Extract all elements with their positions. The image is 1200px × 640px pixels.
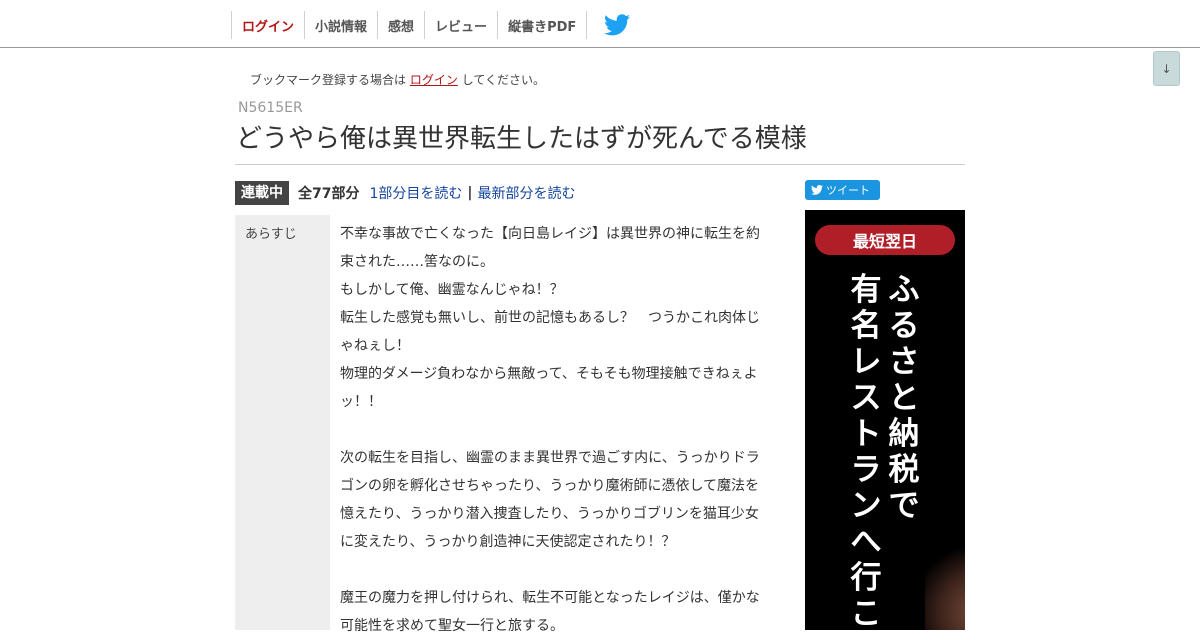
tweet-label: ツイート <box>826 184 870 197</box>
nav-vertical-pdf[interactable]: 縦書きPDF <box>497 11 588 39</box>
synopsis-line: 物理的ダメージ負わなから無敵って、そもそも物理接触できねぇよッ！！ <box>340 366 758 410</box>
synopsis-line: もしかして俺、幽霊なんじゃね！？ <box>340 282 564 298</box>
synopsis-blank-line <box>340 416 765 444</box>
twitter-share-link[interactable] <box>587 11 631 39</box>
title-divider <box>235 164 965 165</box>
bookmark-notice: ブックマーク登録する場合は ログイン してください。 <box>250 71 545 88</box>
part-count: 全77部分 <box>298 185 360 202</box>
bookmark-login-link[interactable]: ログイン <box>410 73 458 87</box>
nav-menu: ログイン 小説情報 感想 レビュー 縦書きPDF <box>231 11 631 39</box>
nav-review[interactable]: レビュー <box>424 11 497 39</box>
twitter-bird-icon <box>604 14 631 36</box>
top-navigation-bar: ログイン 小説情報 感想 レビュー 縦書きPDF <box>0 0 1200 48</box>
serial-status-badge: 連載中 <box>235 180 289 205</box>
link-separator: | <box>467 184 473 201</box>
novel-status-row: 連載中 全77部分 1部分目を読む | 最新部分を読む <box>235 180 576 205</box>
synopsis-line: 次の転生を目指し、幽霊のまま異世界で過ごす内に、うっかりドラゴンの卵を孵化させち… <box>340 450 760 550</box>
read-first-part-link[interactable]: 1部分目を読む <box>369 183 462 203</box>
ad-headline-line-2: 有名レストランへ行こう <box>850 272 882 630</box>
read-latest-part-link[interactable]: 最新部分を読む <box>478 183 576 203</box>
synopsis-line: 魔王の魔力を押し付けられ、転生不可能となったレイジは、僅かな可能性を求めて聖女一… <box>340 590 760 634</box>
ad-headline-line-1: ふるさと納税で <box>888 272 920 524</box>
ad-pill-label: 最短翌日 <box>815 225 955 255</box>
ad-food-image <box>925 540 965 630</box>
novel-title: どうやら俺は異世界転生したはずが死んでる模様 <box>236 124 807 154</box>
advertisement-banner[interactable]: 最短翌日 ふるさと納税で 有名レストランへ行こう <box>805 210 965 630</box>
synopsis-line: 転生した感覚も無いし、前世の記憶もあるし？ つうかこれ肉体じゃねぇし！ <box>340 310 760 354</box>
synopsis-label: あらすじ <box>235 215 330 630</box>
synopsis-text: 不幸な事故で亡くなった【向日島レイジ】は異世界の神に転生を約束された……筈なのに… <box>340 220 765 640</box>
scroll-down-button[interactable]: ↓ <box>1153 51 1180 86</box>
nav-login[interactable]: ログイン <box>231 11 304 39</box>
down-arrow-icon: ↓ <box>1161 61 1172 76</box>
twitter-bird-icon <box>811 185 823 195</box>
nav-impressions[interactable]: 感想 <box>377 11 424 39</box>
tweet-button[interactable]: ツイート <box>805 180 880 200</box>
nav-novel-info[interactable]: 小説情報 <box>304 11 377 39</box>
synopsis-blank-line <box>340 556 765 584</box>
bookmark-notice-prefix: ブックマーク登録する場合は <box>250 73 407 87</box>
synopsis-line: 不幸な事故で亡くなった【向日島レイジ】は異世界の神に転生を約束された……筈なのに… <box>340 226 760 270</box>
bookmark-notice-suffix: してください。 <box>461 73 545 87</box>
novel-code: N5615ER <box>238 100 303 116</box>
